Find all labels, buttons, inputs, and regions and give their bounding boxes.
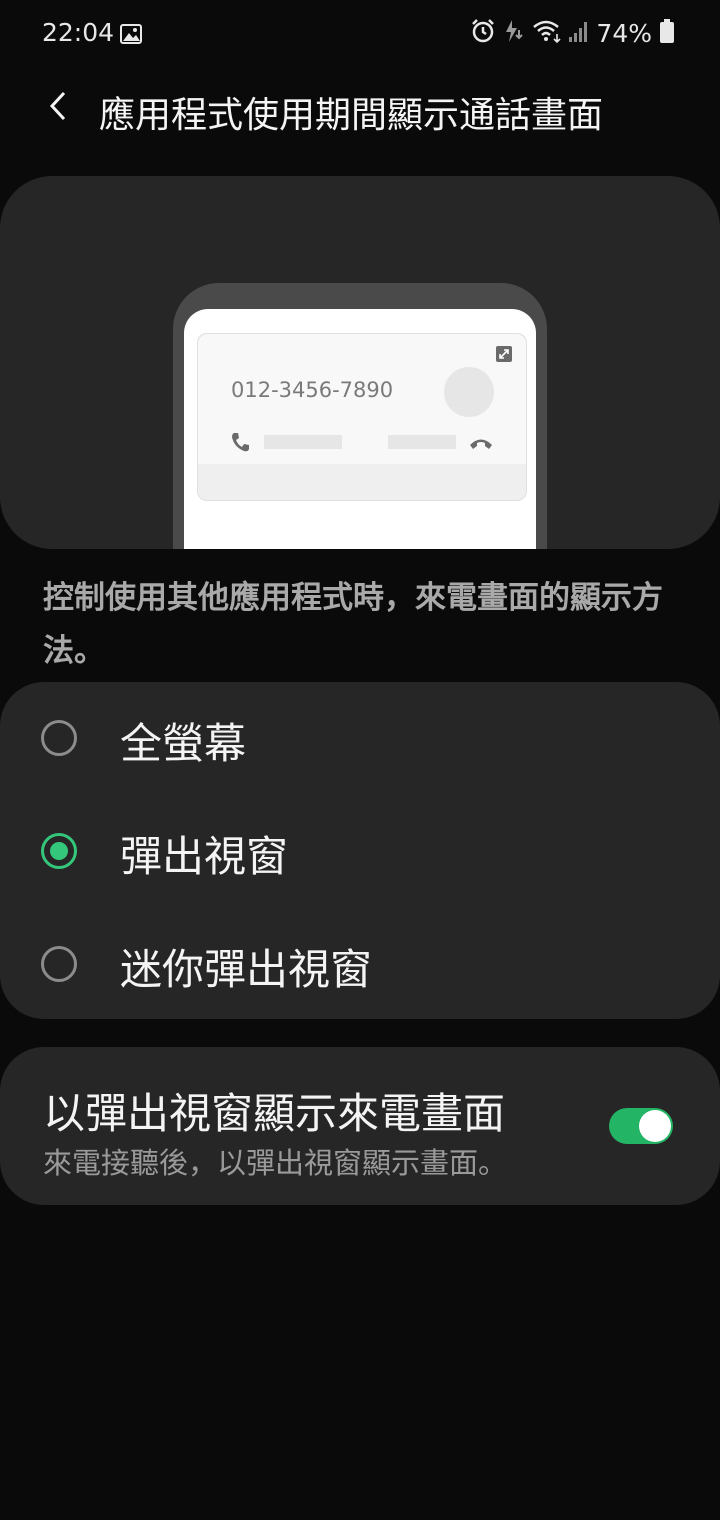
radio-button[interactable] — [41, 946, 77, 982]
preview-illustration: 012-3456-7890 — [0, 176, 720, 549]
header: 應用程式使用期間顯示通話畫面 — [0, 70, 720, 150]
call-popup-preview: 012-3456-7890 — [197, 333, 527, 501]
option-label: 迷你彈出視窗 — [120, 945, 373, 994]
phone-icon — [230, 431, 250, 457]
expand-icon — [496, 346, 512, 366]
display-options-group: 全螢幕 彈出視窗 迷你彈出視窗 — [0, 682, 720, 1019]
signal-icon — [568, 19, 596, 47]
toggle-subtitle: 來電接聽後，以彈出視窗顯示畫面。 — [43, 1146, 508, 1180]
back-button[interactable] — [36, 86, 80, 130]
phone-screen: 012-3456-7890 — [184, 309, 536, 549]
preview-phone-number: 012-3456-7890 — [231, 378, 394, 402]
status-icons: 74% — [470, 18, 680, 48]
battery-icon — [660, 19, 680, 47]
popup-toggle-row[interactable]: 以彈出視窗顯示來電畫面 來電接聽後，以彈出視窗顯示畫面。 — [0, 1047, 720, 1205]
gallery-icon — [120, 24, 142, 48]
alarm-icon — [470, 18, 502, 48]
status-time: 22:04 — [42, 18, 115, 47]
status-bar: 22:04 74% — [0, 0, 720, 70]
battery-percent: 74% — [596, 18, 652, 48]
chevron-left-icon — [47, 91, 69, 125]
toggle-switch[interactable] — [609, 1108, 673, 1144]
switch-knob — [639, 1110, 671, 1142]
wifi-icon — [532, 18, 568, 48]
option-mini-popup[interactable]: 迷你彈出視窗 — [0, 908, 720, 1020]
phone-mockup: 012-3456-7890 — [173, 283, 547, 549]
charging-icon — [502, 18, 532, 48]
option-label: 全螢幕 — [120, 719, 247, 768]
option-popup[interactable]: 彈出視窗 — [0, 795, 720, 907]
radio-button-selected[interactable] — [41, 833, 77, 869]
description-text: 控制使用其他應用程式時，來電畫面的顯示方法。 — [43, 580, 663, 669]
radio-button[interactable] — [41, 720, 77, 756]
placeholder-bar — [388, 435, 456, 449]
option-full-screen[interactable]: 全螢幕 — [0, 682, 720, 794]
toggle-title: 以彈出視窗顯示來電畫面 — [43, 1089, 506, 1138]
end-call-icon — [469, 435, 493, 454]
placeholder-bar — [264, 435, 342, 449]
option-label: 彈出視窗 — [120, 832, 289, 881]
page-title: 應用程式使用期間顯示通話畫面 — [99, 95, 604, 136]
avatar — [444, 367, 494, 417]
